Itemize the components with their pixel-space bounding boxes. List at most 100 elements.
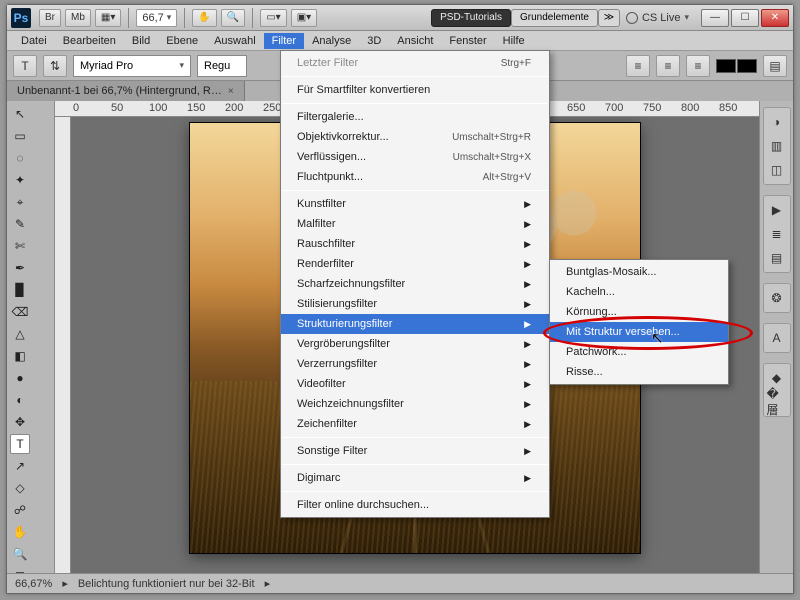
menu-auswahl[interactable]: Auswahl (206, 33, 264, 49)
close-button[interactable]: ✕ (761, 9, 789, 27)
text-orientation-button[interactable]: ⇅ (43, 55, 67, 77)
workspace-grundelemente[interactable]: Grundelemente (511, 9, 598, 27)
menu-item[interactable]: Filter online durchsuchen... (281, 495, 549, 515)
menu-datei[interactable]: Datei (13, 33, 55, 49)
tool-5[interactable]: ✎ (10, 214, 30, 234)
dock-group-1: ▶ ≣ ▤ (763, 195, 791, 273)
hand-button[interactable]: ✋ (192, 9, 216, 27)
menu-item[interactable]: Vergröberungsfilter▶ (281, 334, 549, 354)
tool-14[interactable]: ✥ (10, 412, 30, 432)
menu-analyse[interactable]: Analyse (304, 33, 359, 49)
dock-icon[interactable]: ◫ (767, 160, 787, 180)
status-zoom: 66,67% (15, 578, 52, 590)
menu-item[interactable]: Videofilter▶ (281, 374, 549, 394)
tool-6[interactable]: ✄ (10, 236, 30, 256)
submenu-item[interactable]: Patchwork... (550, 342, 728, 362)
view-extras-button[interactable]: ▦▾ (95, 9, 121, 27)
tool-12[interactable]: ● (10, 368, 30, 388)
tool-19[interactable]: ✋ (10, 522, 30, 542)
menu-item[interactable]: Filtergalerie... (281, 107, 549, 127)
submenu-item[interactable]: Buntglas-Mosaik... (550, 262, 728, 282)
bridge-button[interactable]: Br (39, 9, 61, 27)
dock-icon[interactable]: ▥ (767, 136, 787, 156)
menu-bar: DateiBearbeitenBildEbeneAuswahlFilterAna… (7, 31, 793, 51)
font-style-select[interactable]: Regu (197, 55, 247, 77)
menu-item[interactable]: Kunstfilter▶ (281, 194, 549, 214)
dock-icon[interactable]: ≣ (767, 224, 787, 244)
minimize-button[interactable]: — (701, 9, 729, 27)
title-bar: Ps Br Mb ▦▾ 66,7▾ ✋ 🔍 ▭▾ ▣▾ PSD-Tutorial… (7, 5, 793, 31)
dock-icon[interactable]: ❂ (767, 288, 787, 308)
tool-8[interactable]: ▉ (10, 280, 30, 300)
cs-live-button[interactable]: CS Live▾ (626, 12, 689, 24)
menu-3d[interactable]: 3D (359, 33, 389, 49)
workspace-psd-tutorials[interactable]: PSD-Tutorials (431, 9, 511, 27)
menu-item[interactable]: Strukturierungsfilter▶ (281, 314, 549, 334)
tool-1[interactable]: ▭ (10, 126, 30, 146)
menu-item[interactable]: Digimarc▶ (281, 468, 549, 488)
document-tab[interactable]: Unbenannt-1 bei 66,7% (Hintergrund, R…× (7, 81, 245, 101)
tool-18[interactable]: ☍ (10, 500, 30, 520)
menu-bearbeiten[interactable]: Bearbeiten (55, 33, 124, 49)
menu-fenster[interactable]: Fenster (441, 33, 494, 49)
dock-icon[interactable]: A (767, 328, 787, 348)
menu-item[interactable]: Scharfzeichnungsfilter▶ (281, 274, 549, 294)
menu-item[interactable]: Verflüssigen...Umschalt+Strg+X (281, 147, 549, 167)
tool-16[interactable]: ↗ (10, 456, 30, 476)
dock-icon[interactable]: ◑ (767, 112, 787, 132)
menu-item[interactable]: Für Smartfilter konvertieren (281, 80, 549, 100)
menu-item[interactable]: Zeichenfilter▶ (281, 414, 549, 434)
color-swatch[interactable] (716, 59, 757, 73)
submenu-item[interactable]: Risse... (550, 362, 728, 382)
menu-item[interactable]: Stilisierungsfilter▶ (281, 294, 549, 314)
menu-ebene[interactable]: Ebene (158, 33, 206, 49)
tool-17[interactable]: ◇ (10, 478, 30, 498)
tool-15[interactable]: T (10, 434, 30, 454)
menu-bild[interactable]: Bild (124, 33, 158, 49)
tool-13[interactable]: ◐ (10, 390, 30, 410)
menu-hilfe[interactable]: Hilfe (495, 33, 533, 49)
tool-21[interactable]: ⊞ (10, 566, 30, 573)
zoom-combo[interactable]: 66,7▾ (136, 9, 177, 27)
tool-7[interactable]: ✒ (10, 258, 30, 278)
dock-icon[interactable]: �層 (767, 392, 787, 412)
menu-item[interactable]: Objektivkorrektur...Umschalt+Strg+R (281, 127, 549, 147)
workspace-more[interactable]: ≫ (598, 9, 620, 27)
character-panel-button[interactable]: ▤ (763, 55, 787, 77)
align-left-button[interactable]: ≡ (626, 55, 650, 77)
menu-ansicht[interactable]: Ansicht (389, 33, 441, 49)
dock-icon[interactable]: ▶ (767, 200, 787, 220)
tool-2[interactable]: ◌ (10, 148, 30, 168)
menu-filter[interactable]: Filter (264, 33, 304, 49)
submenu-item[interactable]: Kacheln... (550, 282, 728, 302)
align-right-button[interactable]: ≡ (686, 55, 710, 77)
tool-9[interactable]: ⌫ (10, 302, 30, 322)
screenmode-button[interactable]: ▣▾ (291, 9, 317, 27)
minibridge-button[interactable]: Mb (65, 9, 91, 27)
menu-item[interactable]: Verzerrungsfilter▶ (281, 354, 549, 374)
tool-11[interactable]: ◧ (10, 346, 30, 366)
menu-item[interactable]: Renderfilter▶ (281, 254, 549, 274)
menu-item[interactable]: Fluchtpunkt...Alt+Strg+V (281, 167, 549, 187)
align-center-button[interactable]: ≡ (656, 55, 680, 77)
dock-icon[interactable]: ◆ (767, 368, 787, 388)
ruler-vertical (55, 117, 71, 573)
submenu-item[interactable]: Körnung... (550, 302, 728, 322)
menu-item[interactable]: Rauschfilter▶ (281, 234, 549, 254)
tool-3[interactable]: ✦ (10, 170, 30, 190)
maximize-button[interactable]: ☐ (731, 9, 759, 27)
tool-10[interactable]: △ (10, 324, 30, 344)
menu-item[interactable]: Malfilter▶ (281, 214, 549, 234)
tool-20[interactable]: 🔍 (10, 544, 30, 564)
tool-4[interactable]: ⌖ (10, 192, 30, 212)
tool-0[interactable]: ↖ (10, 104, 30, 124)
submenu-item[interactable]: Mit Struktur versehen... (550, 322, 728, 342)
zoom-button[interactable]: 🔍 (221, 9, 245, 27)
menu-item[interactable]: Sonstige Filter▶ (281, 441, 549, 461)
close-icon[interactable]: × (228, 86, 234, 97)
dock-icon[interactable]: ▤ (767, 248, 787, 268)
menu-item[interactable]: Weichzeichnungsfilter▶ (281, 394, 549, 414)
tool-preset-button[interactable]: T (13, 55, 37, 77)
arrange-button[interactable]: ▭▾ (260, 9, 286, 27)
font-family-select[interactable]: Myriad Pro▾ (73, 55, 191, 77)
